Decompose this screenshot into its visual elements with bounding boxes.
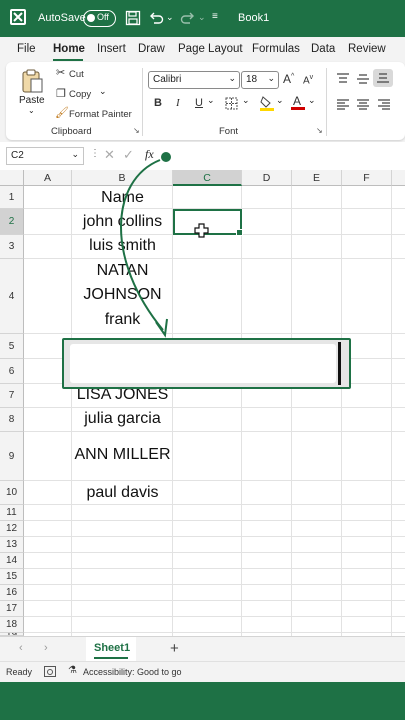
prev-sheet-icon[interactable]: ‹ xyxy=(19,642,23,654)
sheet-tab-sheet1[interactable]: Sheet1 xyxy=(86,637,136,661)
annotation-dot xyxy=(159,150,173,164)
accessibility-icon[interactable]: ⚗ xyxy=(68,665,77,676)
next-sheet-icon[interactable]: › xyxy=(44,642,48,654)
macro-record-icon[interactable] xyxy=(44,666,56,679)
add-sheet-button[interactable]: + xyxy=(170,640,179,657)
bottom-banner xyxy=(0,682,405,720)
annotation-arrow xyxy=(120,150,173,338)
sheet-tab-bar: ‹ › Sheet1 + xyxy=(0,636,405,662)
accessibility-status[interactable]: Accessibility: Good to go xyxy=(83,667,182,677)
status-bar: Ready ⚗ Accessibility: Good to go xyxy=(0,661,405,683)
sheet-tab-label: Sheet1 xyxy=(94,642,131,654)
status-ready: Ready xyxy=(6,667,33,677)
